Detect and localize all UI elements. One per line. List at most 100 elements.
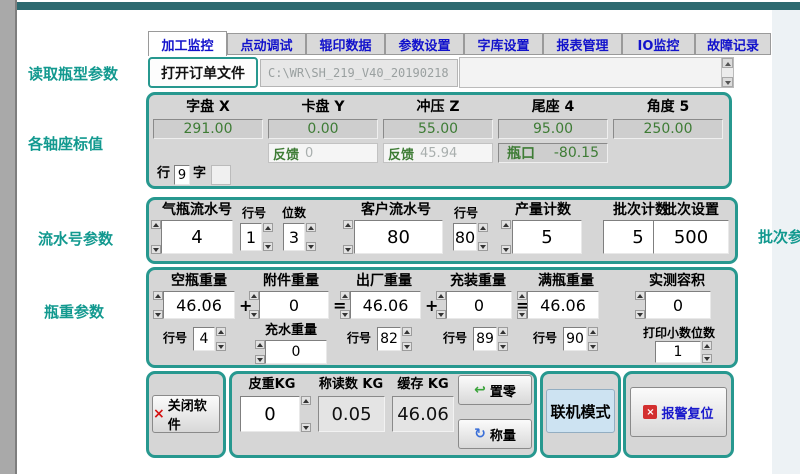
close-software-button[interactable]: ×关闭软件 <box>152 395 220 433</box>
decrement-button[interactable] <box>343 245 353 254</box>
decrement-button[interactable] <box>263 242 273 251</box>
decrement-button[interactable] <box>301 423 311 432</box>
char-field[interactable] <box>211 165 231 185</box>
decrement-button[interactable] <box>635 310 645 319</box>
full-row-spinner <box>588 327 598 351</box>
water-weight-field[interactable]: 0 <box>265 340 327 364</box>
weigh-button[interactable]: ↻称量 <box>458 419 532 449</box>
decrement-button[interactable] <box>153 310 163 319</box>
gas-serial-spinner <box>151 220 161 254</box>
increment-button[interactable] <box>343 220 353 229</box>
gas-row-label: 行号 <box>237 207 271 220</box>
open-order-file-button[interactable]: 打开订单文件 <box>148 57 258 88</box>
zero-arrow-icon: ↩ <box>474 382 486 398</box>
batch-set-field[interactable]: 500 <box>653 220 729 254</box>
gas-row-field[interactable]: 1 <box>240 223 262 251</box>
increment-button[interactable] <box>501 220 511 229</box>
full-row-field[interactable]: 90 <box>563 327 587 351</box>
online-mode-button[interactable]: 联机模式 <box>546 389 615 433</box>
tab-parameter-settings[interactable]: 参数设置 <box>385 33 464 55</box>
scroll-down-icon[interactable] <box>722 77 733 87</box>
increment-button[interactable] <box>635 291 645 300</box>
zero-button[interactable]: ↩置零 <box>458 375 532 405</box>
decrement-button[interactable] <box>498 342 508 351</box>
tab-roll-print-data[interactable]: 辊印数据 <box>306 33 385 55</box>
increment-button[interactable] <box>498 327 508 336</box>
increment-button[interactable] <box>340 291 350 300</box>
increment-button[interactable] <box>255 340 265 349</box>
decrement-button[interactable] <box>702 354 712 363</box>
digits-field[interactable]: 3 <box>283 223 305 251</box>
empty-row-field[interactable]: 4 <box>193 327 215 351</box>
factory-row-field[interactable]: 82 <box>377 327 401 351</box>
increment-button[interactable] <box>306 223 316 232</box>
increment-button[interactable] <box>263 223 273 232</box>
tab-report-management[interactable]: 报表管理 <box>543 33 622 55</box>
increment-button[interactable] <box>517 291 527 300</box>
measured-volume-field[interactable]: 0 <box>645 291 711 319</box>
close-group: ×关闭软件 <box>146 371 226 458</box>
customer-serial-field[interactable]: 80 <box>354 220 443 254</box>
factory-weight-spinner <box>340 291 350 319</box>
alarm-reset-button[interactable]: ×报警复位 <box>630 387 727 437</box>
increment-button[interactable] <box>478 223 488 232</box>
customer-row-field[interactable]: 80 <box>453 223 477 251</box>
decrement-button[interactable] <box>306 242 316 251</box>
scale-group: 皮重KG 0 称读数 KG 0.05 缓存 KG 46.06 ↩置零 ↻称量 <box>229 371 537 458</box>
scroll-up-icon[interactable] <box>722 58 733 68</box>
increment-button[interactable] <box>402 327 412 336</box>
decrement-button[interactable] <box>151 245 161 254</box>
production-count-field[interactable]: 5 <box>512 220 582 254</box>
decrement-button[interactable] <box>588 342 598 351</box>
factory-weight-field[interactable]: 46.06 <box>350 291 421 319</box>
tab-jog-debug[interactable]: 点动调试 <box>227 33 306 55</box>
increment-button[interactable] <box>436 291 446 300</box>
accessory-weight-label: 附件重量 <box>251 273 331 289</box>
tab-processing-monitor[interactable]: 加工监控 <box>148 31 227 56</box>
order-file-path-field[interactable]: C:\WR\SH_219_V40_20190218 <box>260 59 458 87</box>
batch-set-label: 批次设置 <box>651 202 731 218</box>
decrement-button[interactable] <box>249 310 259 319</box>
filling-row-field[interactable]: 89 <box>473 327 497 351</box>
decrement-button[interactable] <box>478 242 488 251</box>
gas-row-spinner <box>263 223 273 251</box>
increment-button[interactable] <box>301 396 311 405</box>
axis-header-x: 字盘 X <box>153 99 263 115</box>
decrement-button[interactable] <box>436 310 446 319</box>
weigh-refresh-icon: ↻ <box>474 426 486 442</box>
online-mode-group: 联机模式 <box>540 371 621 458</box>
order-file-text-area[interactable] <box>459 57 734 88</box>
increment-button[interactable] <box>151 220 161 229</box>
filling-weight-field[interactable]: 0 <box>446 291 512 319</box>
decrement-button[interactable] <box>340 310 350 319</box>
tare-label: 皮重KG <box>240 378 304 393</box>
increment-button[interactable] <box>702 341 712 350</box>
tab-font-library[interactable]: 字库设置 <box>464 33 543 55</box>
tab-io-monitor[interactable]: IO监控 <box>622 33 695 55</box>
row-number-field[interactable]: 9 <box>174 165 190 185</box>
buffer-label: 缓存 KG <box>390 378 456 393</box>
print-decimals-field[interactable]: 1 <box>655 341 701 363</box>
decrement-button[interactable] <box>255 355 265 364</box>
gas-serial-field[interactable]: 4 <box>161 220 233 254</box>
full-weight-field[interactable]: 46.06 <box>527 291 599 319</box>
scrollbar[interactable] <box>721 58 733 87</box>
serial-group: 气瓶流水号 4 行号 1 位数 3 客户流水号 80 行号 80 产量 <box>146 197 738 264</box>
empty-weight-label: 空瓶重量 <box>157 273 241 289</box>
empty-row-label: 行号 <box>163 332 187 345</box>
customer-serial-spinner <box>343 220 353 254</box>
increment-button[interactable] <box>153 291 163 300</box>
increment-button[interactable] <box>216 327 226 336</box>
label-weight-params: 瓶重参数 <box>44 301 104 322</box>
empty-weight-field[interactable]: 46.06 <box>163 291 235 319</box>
decrement-button[interactable] <box>517 310 527 319</box>
accessory-weight-field[interactable]: 0 <box>259 291 329 319</box>
char-label: 字 <box>193 167 206 182</box>
increment-button[interactable] <box>588 327 598 336</box>
decrement-button[interactable] <box>402 342 412 351</box>
decrement-button[interactable] <box>216 342 226 351</box>
increment-button[interactable] <box>249 291 259 300</box>
tare-field[interactable]: 0 <box>240 396 300 432</box>
tab-fault-record[interactable]: 故障记录 <box>695 33 771 55</box>
decrement-button[interactable] <box>501 245 511 254</box>
